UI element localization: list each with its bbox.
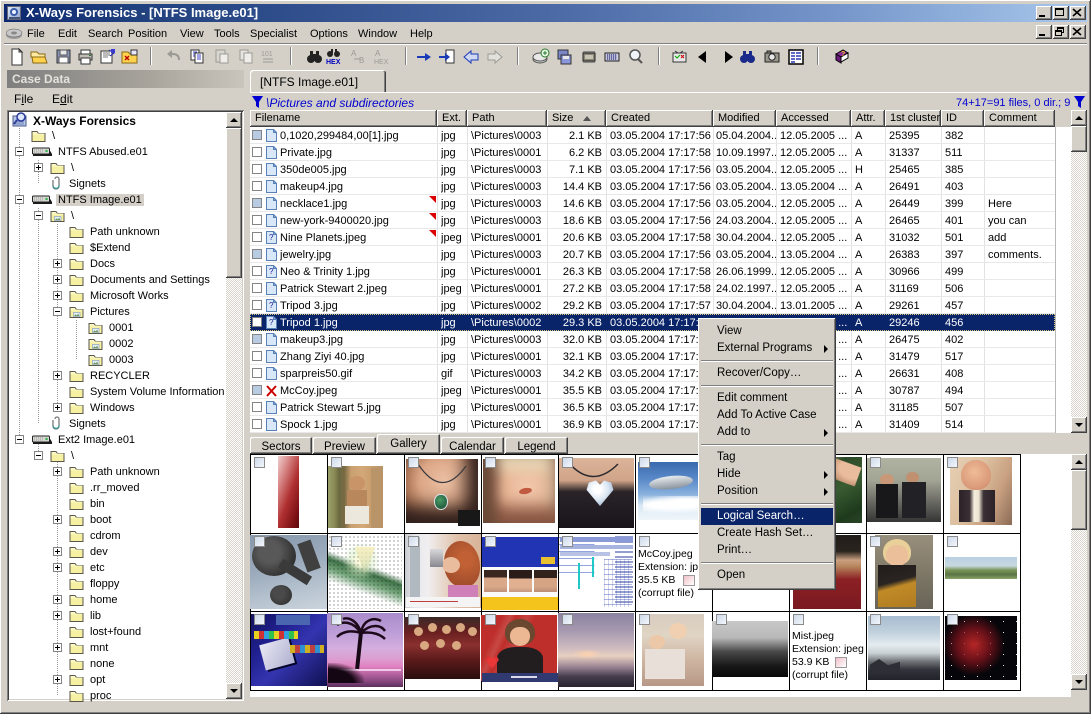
svg-text:A: A	[351, 49, 357, 58]
svg-text:?: ?	[269, 233, 274, 242]
svg-text:A: A	[375, 49, 381, 58]
svg-text:?: ?	[841, 51, 845, 58]
svg-text:HEX: HEX	[374, 59, 389, 66]
svg-text:101: 101	[261, 51, 273, 58]
svg-text:HEX: HEX	[326, 59, 341, 66]
svg-text:?: ?	[269, 267, 274, 276]
svg-text:?: ?	[269, 301, 274, 310]
svg-text:?: ?	[269, 318, 274, 327]
svg-text:B: B	[359, 56, 364, 65]
